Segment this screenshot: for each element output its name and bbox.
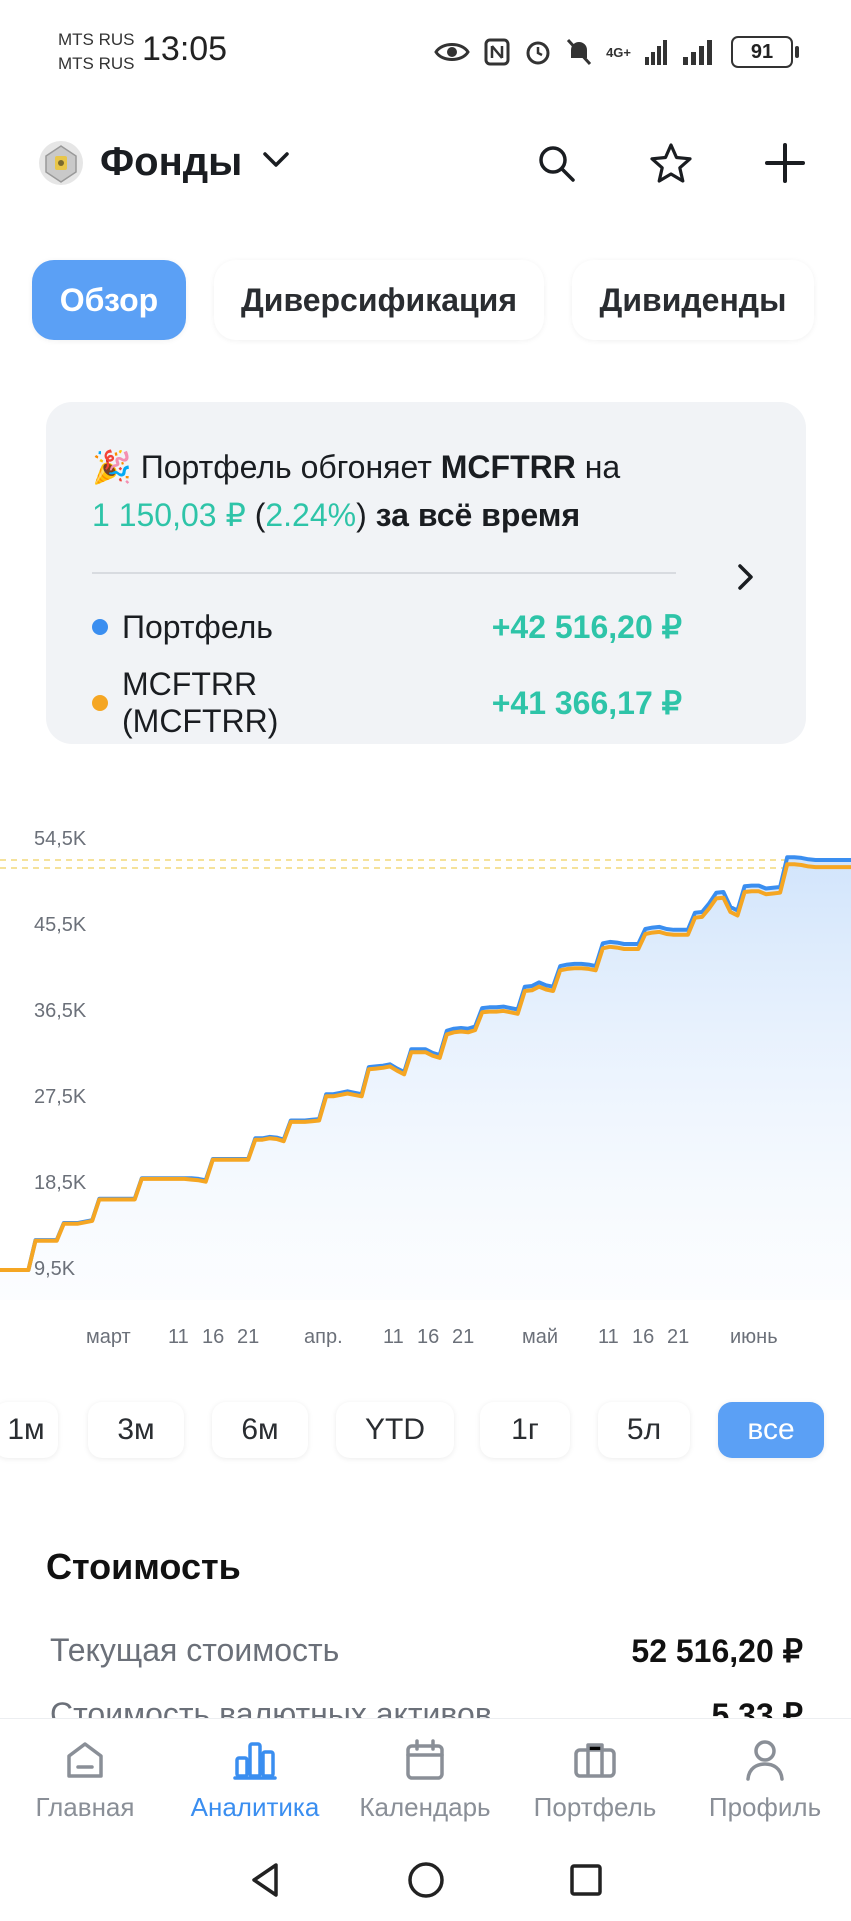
party-emoji: 🎉 (92, 449, 132, 485)
briefcase-icon (574, 1743, 616, 1778)
legend-benchmark-value: +41 366,17 ₽ (491, 685, 682, 721)
comparison-headline: 🎉 Портфель обгоняет MCFTRR на (92, 448, 620, 486)
legend-benchmark-label: MCFTRR (MCFTRR) (122, 666, 279, 739)
nfc-icon (484, 38, 510, 66)
status-time: 13:05 (142, 30, 228, 68)
headline-text-2: на (584, 449, 621, 485)
nav-home[interactable]: Главная (0, 1736, 170, 1823)
operator-2: MTS RUS (58, 54, 135, 73)
portfolio-chart[interactable] (0, 830, 851, 1310)
x-tick-label: март (86, 1326, 131, 1348)
analytics-icon (233, 1742, 277, 1780)
y-tick-label: 9,5K (34, 1258, 76, 1280)
period-6m[interactable]: 6м (212, 1402, 308, 1458)
legend-benchmark: MCFTRR (MCFTRR) +41 366,17 ₽ (92, 666, 682, 740)
benchmark-name: MCFTRR (440, 449, 576, 485)
card-divider (92, 572, 676, 574)
nav-analytics[interactable]: Аналитика (170, 1736, 340, 1823)
value-section-title: Стоимость (46, 1546, 241, 1587)
x-tick-label: 21 (237, 1326, 260, 1348)
y-tick-label: 45,5K (34, 914, 87, 936)
chart-area (0, 857, 851, 1300)
benchmark-dot (92, 695, 108, 711)
operator-1: MTS RUS (58, 30, 135, 49)
tab-dividends[interactable]: Дивиденды (572, 260, 814, 340)
star-icon (650, 143, 692, 183)
nav-profile-label: Профиль (708, 1792, 822, 1822)
x-tick-label: 11 (383, 1326, 404, 1348)
add-button[interactable] (760, 138, 810, 188)
mute-icon (566, 38, 592, 66)
home-circle-icon[interactable] (406, 1860, 446, 1900)
x-tick-label: 21 (667, 1326, 690, 1348)
bank-logo-icon (39, 141, 83, 185)
comparison-detail: 1 150,03 ₽ (2.24%) за всё время (92, 496, 580, 534)
nav-analytics-label: Аналитика (190, 1792, 320, 1822)
outperformance-percent: 2.24% (265, 497, 357, 533)
search-button[interactable] (531, 138, 581, 188)
outperformance-amount: 1 150,03 ₽ (92, 497, 246, 533)
nav-portfolio-label: Портфель (533, 1792, 657, 1822)
calendar-icon (406, 1739, 444, 1780)
system-navigation (0, 1860, 851, 1900)
portfolio-dot (92, 619, 108, 635)
network-type: 4G+ (606, 44, 631, 60)
period-ytd[interactable]: YTD (336, 1402, 454, 1458)
current-value-label: Текущая стоимость (50, 1632, 340, 1668)
y-tick-label: 54,5K (34, 828, 87, 850)
x-tick-label: 21 (452, 1326, 475, 1348)
period-text: за всё время (375, 497, 581, 533)
legend-portfolio-value: +42 516,20 ₽ (491, 609, 682, 645)
page-title[interactable]: Фонды (100, 140, 242, 185)
x-tick-label: 16 (202, 1326, 225, 1348)
home-icon (67, 1742, 103, 1778)
period-1m[interactable]: 1м (0, 1402, 58, 1458)
paren-open: ( (254, 497, 266, 533)
nav-home-label: Главная (35, 1792, 135, 1822)
tab-overview[interactable]: Обзор (32, 260, 186, 340)
signal-icon-2 (683, 40, 712, 65)
plus-icon (765, 143, 805, 183)
nav-profile[interactable]: Профиль (680, 1736, 850, 1823)
y-tick-label: 36,5K (34, 1000, 87, 1022)
x-tick-label: 11 (598, 1326, 619, 1348)
legend-portfolio-label: Портфель (122, 608, 273, 645)
period-all[interactable]: все (718, 1402, 824, 1458)
back-icon[interactable] (246, 1860, 286, 1900)
period-3m[interactable]: 3м (88, 1402, 184, 1458)
x-tick-label: 11 (168, 1326, 189, 1348)
x-tick-label: 16 (417, 1326, 440, 1348)
current-value: 52 516,20 ₽ (631, 1633, 803, 1669)
tab-diversification[interactable]: Диверсификация (214, 260, 544, 340)
x-tick-label: апр. (304, 1326, 343, 1348)
x-tick-label: июнь (730, 1326, 778, 1348)
period-5y[interactable]: 5л (598, 1402, 690, 1458)
x-tick-label: май (522, 1326, 559, 1348)
period-1y[interactable]: 1г (480, 1402, 570, 1458)
nav-calendar-label: Календарь (359, 1792, 491, 1822)
nav-calendar[interactable]: Календарь (340, 1736, 510, 1823)
status-icons: 4G+ 91 (434, 36, 799, 68)
recents-icon[interactable] (566, 1860, 606, 1900)
profile-icon (746, 1740, 784, 1781)
nav-portfolio[interactable]: Портфель (510, 1736, 680, 1823)
eye-icon (434, 43, 470, 61)
x-tick-label: 16 (632, 1326, 655, 1348)
favorite-button[interactable] (646, 138, 696, 188)
chevron-right-icon[interactable] (734, 562, 758, 592)
legend-portfolio: Портфель +42 516,20 ₽ (92, 608, 682, 646)
alarm-icon (526, 41, 550, 65)
search-icon (539, 146, 575, 182)
headline-text: Портфель обгоняет (140, 449, 432, 485)
paren-close: ) (356, 497, 367, 533)
chevron-down-icon[interactable] (262, 150, 290, 170)
y-tick-label: 18,5K (34, 1172, 87, 1194)
y-tick-label: 27,5K (34, 1086, 87, 1108)
signal-icon (645, 40, 667, 65)
battery-icon: 91 (731, 36, 799, 68)
